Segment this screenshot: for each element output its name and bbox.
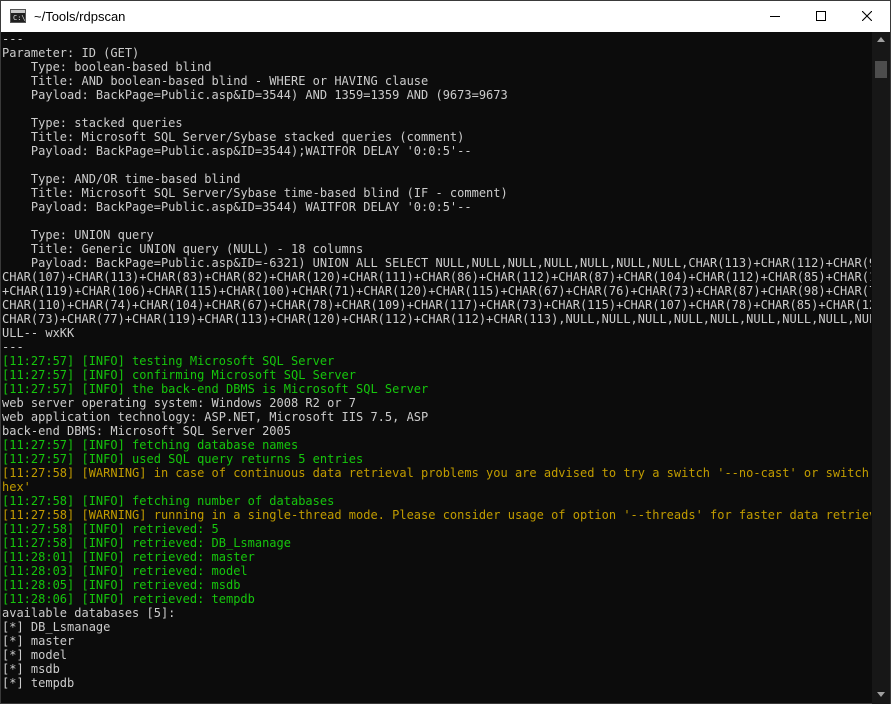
console-line: Type: UNION query bbox=[2, 228, 154, 242]
console-line: [11:27:58] [WARNING] running in a single… bbox=[2, 508, 871, 522]
console-line: CHAR(107)+CHAR(113)+CHAR(83)+CHAR(82)+CH… bbox=[2, 270, 871, 284]
console-line: Type: boolean-based blind bbox=[2, 60, 212, 74]
console-line: [11:27:57] [INFO] the back-end DBMS is M… bbox=[2, 382, 429, 396]
console-line: Payload: BackPage=Public.asp&ID=3544) WA… bbox=[2, 200, 472, 214]
console-line: Type: stacked queries bbox=[2, 116, 183, 130]
scroll-up-arrow-icon bbox=[877, 37, 885, 42]
console-line: [*] DB_Lsmanage bbox=[2, 620, 111, 634]
console-line: [11:27:58] [INFO] retrieved: DB_Lsmanage bbox=[2, 536, 291, 550]
console-line: Payload: BackPage=Public.asp&ID=3544) AN… bbox=[2, 88, 508, 102]
console-line: [11:27:57] [INFO] testing Microsoft SQL … bbox=[2, 354, 335, 368]
window-title: ~/Tools/rdpscan bbox=[34, 9, 126, 24]
minimize-icon bbox=[770, 16, 780, 17]
console-line: [*] model bbox=[2, 648, 68, 662]
console-line: web server operating system: Windows 200… bbox=[2, 396, 357, 410]
maximize-icon bbox=[816, 11, 826, 21]
console-output[interactable]: --- Parameter: ID (GET) Type: boolean-bas… bbox=[2, 32, 871, 704]
minimize-button[interactable] bbox=[752, 1, 798, 32]
console-line: Title: Generic UNION query (NULL) - 18 c… bbox=[2, 242, 364, 256]
console-line: Title: AND boolean-based blind - WHERE o… bbox=[2, 74, 429, 88]
console-line: Type: AND/OR time-based blind bbox=[2, 172, 241, 186]
console-line: [11:27:57] [INFO] used SQL query returns… bbox=[2, 452, 364, 466]
console-line: [11:27:58] [INFO] retrieved: 5 bbox=[2, 522, 219, 536]
close-icon bbox=[862, 11, 872, 21]
console-line: [11:28:06] [INFO] retrieved: tempdb bbox=[2, 592, 255, 606]
scroll-up-button[interactable] bbox=[872, 32, 890, 49]
console-line: ULL-- wxKK bbox=[2, 326, 75, 340]
console-line: [11:28:01] [INFO] retrieved: master bbox=[2, 550, 255, 564]
console-line: [11:27:58] [WARNING] in case of continuo… bbox=[2, 466, 871, 480]
console-line: +CHAR(119)+CHAR(106)+CHAR(115)+CHAR(100)… bbox=[2, 284, 871, 298]
console-line: Payload: BackPage=Public.asp&ID=3544);WA… bbox=[2, 144, 472, 158]
console-app-icon[interactable]: C:\ bbox=[10, 9, 26, 23]
console-line: [*] master bbox=[2, 634, 75, 648]
console-line: [11:28:03] [INFO] retrieved: model bbox=[2, 564, 248, 578]
console-line: --- bbox=[2, 340, 24, 354]
console-line: [*] tempdb bbox=[2, 676, 75, 690]
console-line: Payload: BackPage=Public.asp&ID=-6321) U… bbox=[2, 256, 871, 270]
console-line: --- bbox=[2, 32, 24, 46]
close-button[interactable] bbox=[844, 1, 890, 32]
console-line: Title: Microsoft SQL Server/Sybase time-… bbox=[2, 186, 508, 200]
console-line: CHAR(73)+CHAR(77)+CHAR(119)+CHAR(113)+CH… bbox=[2, 312, 871, 326]
console-line: [11:27:57] [INFO] confirming Microsoft S… bbox=[2, 368, 357, 382]
console-line: web application technology: ASP.NET, Mic… bbox=[2, 410, 429, 424]
console-line: [11:27:57] [INFO] fetching database name… bbox=[2, 438, 299, 452]
console-line: available databases [5]: bbox=[2, 606, 176, 620]
console-line: [11:27:58] [INFO] fetching number of dat… bbox=[2, 494, 335, 508]
scroll-down-arrow-icon bbox=[877, 692, 885, 697]
console-line: [11:28:05] [INFO] retrieved: msdb bbox=[2, 578, 241, 592]
console-line: Parameter: ID (GET) bbox=[2, 46, 140, 60]
maximize-button[interactable] bbox=[798, 1, 844, 32]
vertical-scrollbar[interactable] bbox=[872, 32, 890, 704]
title-bar[interactable]: C:\ ~/Tools/rdpscan bbox=[1, 1, 890, 32]
console-line: Title: Microsoft SQL Server/Sybase stack… bbox=[2, 130, 465, 144]
scrollbar-thumb[interactable] bbox=[875, 61, 887, 78]
console-line: [*] msdb bbox=[2, 662, 60, 676]
app-icon-text: C:\ bbox=[13, 14, 26, 22]
console-line: hex' bbox=[2, 480, 31, 494]
console-line: CHAR(110)+CHAR(74)+CHAR(104)+CHAR(67)+CH… bbox=[2, 298, 871, 312]
console-line: back-end DBMS: Microsoft SQL Server 2005 bbox=[2, 424, 291, 438]
scroll-down-button[interactable] bbox=[872, 687, 890, 704]
terminal-window: C:\ ~/Tools/rdpscan --- Parameter: ID (GE… bbox=[0, 0, 891, 704]
